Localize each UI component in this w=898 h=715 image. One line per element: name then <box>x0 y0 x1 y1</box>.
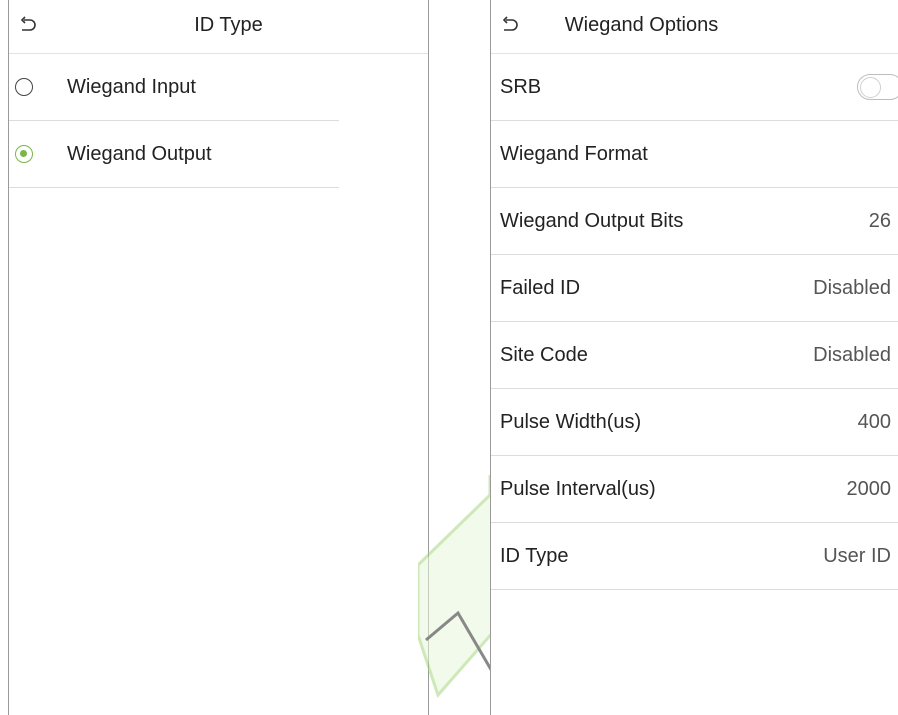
setting-wiegand-output-bits[interactable]: Wiegand Output Bits 26 <box>491 188 898 255</box>
setting-label: SRB <box>500 75 542 98</box>
page-title: ID Type <box>194 14 263 36</box>
option-label: Wiegand Input <box>67 75 196 98</box>
wiegand-options-header: Wiegand Options <box>491 0 898 54</box>
setting-value: 400 <box>857 410 891 433</box>
setting-label: Failed ID <box>500 276 581 299</box>
option-label: Wiegand Output <box>67 142 212 165</box>
setting-value: Disabled <box>813 276 891 299</box>
srb-toggle[interactable] <box>857 74 898 100</box>
setting-site-code[interactable]: Site Code Disabled <box>491 322 898 389</box>
setting-failed-id[interactable]: Failed ID Disabled <box>491 255 898 322</box>
id-type-panel: ID Type Wiegand Input Wiegand Output <box>8 0 429 715</box>
setting-label: Pulse Interval(us) <box>500 477 656 500</box>
setting-label: Site Code <box>500 343 588 366</box>
setting-id-type[interactable]: ID Type User ID <box>491 523 898 590</box>
setting-label: Pulse Width(us) <box>500 410 642 433</box>
setting-value: 2000 <box>846 477 892 500</box>
page-title: Wiegand Options <box>564 14 719 36</box>
setting-label: ID Type <box>500 544 569 567</box>
setting-label: Wiegand Format <box>500 142 648 165</box>
setting-srb[interactable]: SRB <box>491 54 898 121</box>
radio-unselected-icon[interactable] <box>15 78 33 96</box>
setting-wiegand-format[interactable]: Wiegand Format <box>491 121 898 188</box>
setting-pulse-interval[interactable]: Pulse Interval(us) 2000 <box>491 456 898 523</box>
wiegand-options-panel: Wiegand Options SRB Wiegand Format Wiega… <box>490 0 898 715</box>
setting-value: 26 <box>868 209 891 232</box>
setting-value: Disabled <box>813 343 891 366</box>
setting-value: User ID <box>823 544 891 567</box>
setting-pulse-width[interactable]: Pulse Width(us) 400 <box>491 389 898 456</box>
id-type-header: ID Type <box>9 0 428 54</box>
option-wiegand-output[interactable]: Wiegand Output <box>9 121 339 188</box>
option-wiegand-input[interactable]: Wiegand Input <box>9 54 339 121</box>
radio-selected-icon[interactable] <box>15 145 33 163</box>
setting-label: Wiegand Output Bits <box>500 209 684 232</box>
